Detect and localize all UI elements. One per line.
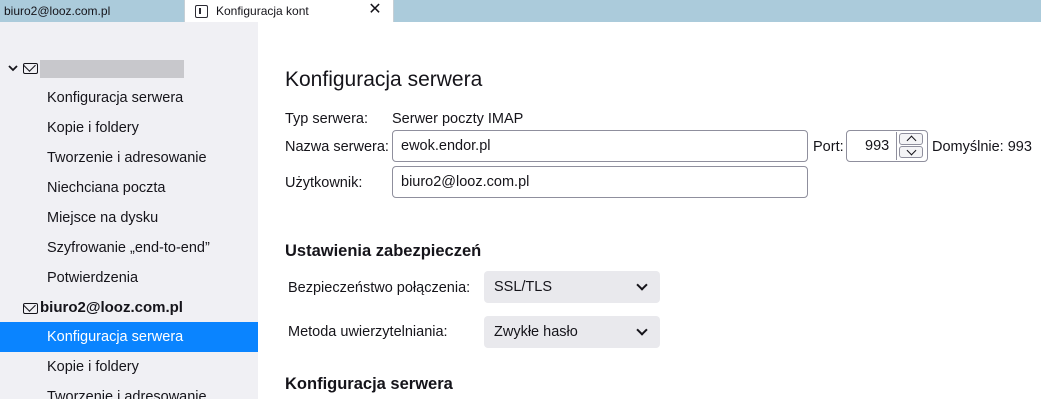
tab-account-settings-label: Konfiguracja kont: [216, 4, 309, 18]
sidebar-item-label: Konfiguracja serwera: [47, 90, 184, 106]
username-field[interactable]: biuro2@looz.com.pl: [392, 166, 808, 198]
server-name-value: ewok.endor.pl: [401, 138, 491, 154]
sidebar-item-copies-folders[interactable]: Kopie i foldery: [0, 113, 258, 143]
sidebar-item-label: Miejsce na dysku: [47, 210, 159, 226]
sidebar-item-label: Potwierdzenia: [47, 270, 139, 286]
auth-method-select[interactable]: Zwykłe hasło: [484, 316, 660, 348]
sidebar-item-label: Konfiguracja serwera: [47, 329, 184, 345]
account-header-1[interactable]: [0, 55, 258, 81]
account-sidebar: Konfiguracja serwera Kopie i foldery Two…: [0, 22, 258, 399]
account-name: biuro2@looz.com.pl: [40, 299, 183, 316]
sidebar-item-composition[interactable]: Tworzenie i adresowanie: [0, 143, 258, 173]
username-value: biuro2@looz.com.pl: [401, 174, 530, 190]
sidebar-item-label: Szyfrowanie „end-to-end”: [47, 240, 210, 256]
spinner-up-icon[interactable]: [899, 133, 923, 145]
dropdown-arrow-icon: [636, 279, 648, 291]
server-name-label: Nazwa serwera:: [285, 139, 389, 155]
sidebar-item-label: Tworzenie i adresowanie: [47, 150, 207, 166]
connection-security-value: SSL/TLS: [494, 279, 553, 295]
tab-bar: biuro2@looz.com.pl Konfiguracja kont ✕: [0, 0, 1041, 22]
auth-method-label: Metoda uwierzytelniania:: [288, 324, 448, 340]
server-type-value: Serwer poczty IMAP: [392, 111, 524, 127]
username-label: Użytkownik:: [285, 175, 363, 191]
document-tab-icon: [195, 4, 208, 18]
close-icon[interactable]: ✕: [367, 2, 383, 18]
chevron-down-icon[interactable]: [7, 62, 19, 74]
sidebar-item-disk-space[interactable]: Miejsce na dysku: [0, 203, 258, 233]
server-settings-heading: Konfiguracja serwera: [285, 375, 453, 393]
tab-inbox-label: biuro2@looz.com.pl: [4, 4, 111, 18]
redacted-account-name: [40, 60, 184, 78]
port-spinner: [896, 132, 926, 160]
sidebar-item-composition[interactable]: Tworzenie i adresowanie: [0, 382, 258, 399]
server-name-field[interactable]: ewok.endor.pl: [392, 130, 808, 162]
port-default-text: Domyślnie: 993: [932, 139, 1032, 155]
tab-inbox[interactable]: biuro2@looz.com.pl: [0, 0, 184, 22]
port-stepper[interactable]: 993: [846, 130, 928, 162]
sidebar-item-label: Kopie i foldery: [47, 120, 139, 136]
sidebar-item-server-settings-selected[interactable]: Konfiguracja serwera: [0, 322, 258, 352]
connection-security-label: Bezpieczeństwo połączenia:: [288, 280, 471, 296]
security-heading: Ustawienia zabezpieczeń: [285, 242, 482, 260]
port-label: Port:: [813, 139, 844, 155]
sidebar-item-junk[interactable]: Niechciana poczta: [0, 173, 258, 203]
connection-security-select[interactable]: SSL/TLS: [484, 271, 660, 303]
account-header-2[interactable]: biuro2@looz.com.pl: [0, 295, 258, 321]
dropdown-arrow-icon: [636, 324, 648, 336]
sidebar-item-label: Tworzenie i adresowanie: [47, 389, 207, 399]
sidebar-item-label: Kopie i foldery: [47, 359, 139, 375]
sidebar-item-server-settings[interactable]: Konfiguracja serwera: [0, 83, 258, 113]
page-title: Konfiguracja serwera: [285, 68, 483, 91]
tab-account-settings[interactable]: Konfiguracja kont ✕: [184, 0, 394, 22]
auth-method-value: Zwykłe hasło: [494, 324, 578, 340]
port-value: 993: [865, 138, 890, 154]
sidebar-item-copies-folders[interactable]: Kopie i foldery: [0, 352, 258, 382]
spinner-down-icon[interactable]: [899, 146, 923, 158]
settings-pane: Konfiguracja serwera Typ serwera: Serwer…: [258, 22, 1041, 399]
mail-icon: [23, 303, 38, 314]
server-type-label: Typ serwera:: [285, 111, 368, 127]
sidebar-item-encryption[interactable]: Szyfrowanie „end-to-end”: [0, 233, 258, 263]
sidebar-item-label: Niechciana poczta: [47, 180, 166, 196]
sidebar-item-receipts[interactable]: Potwierdzenia: [0, 263, 258, 293]
mail-icon: [23, 63, 38, 74]
